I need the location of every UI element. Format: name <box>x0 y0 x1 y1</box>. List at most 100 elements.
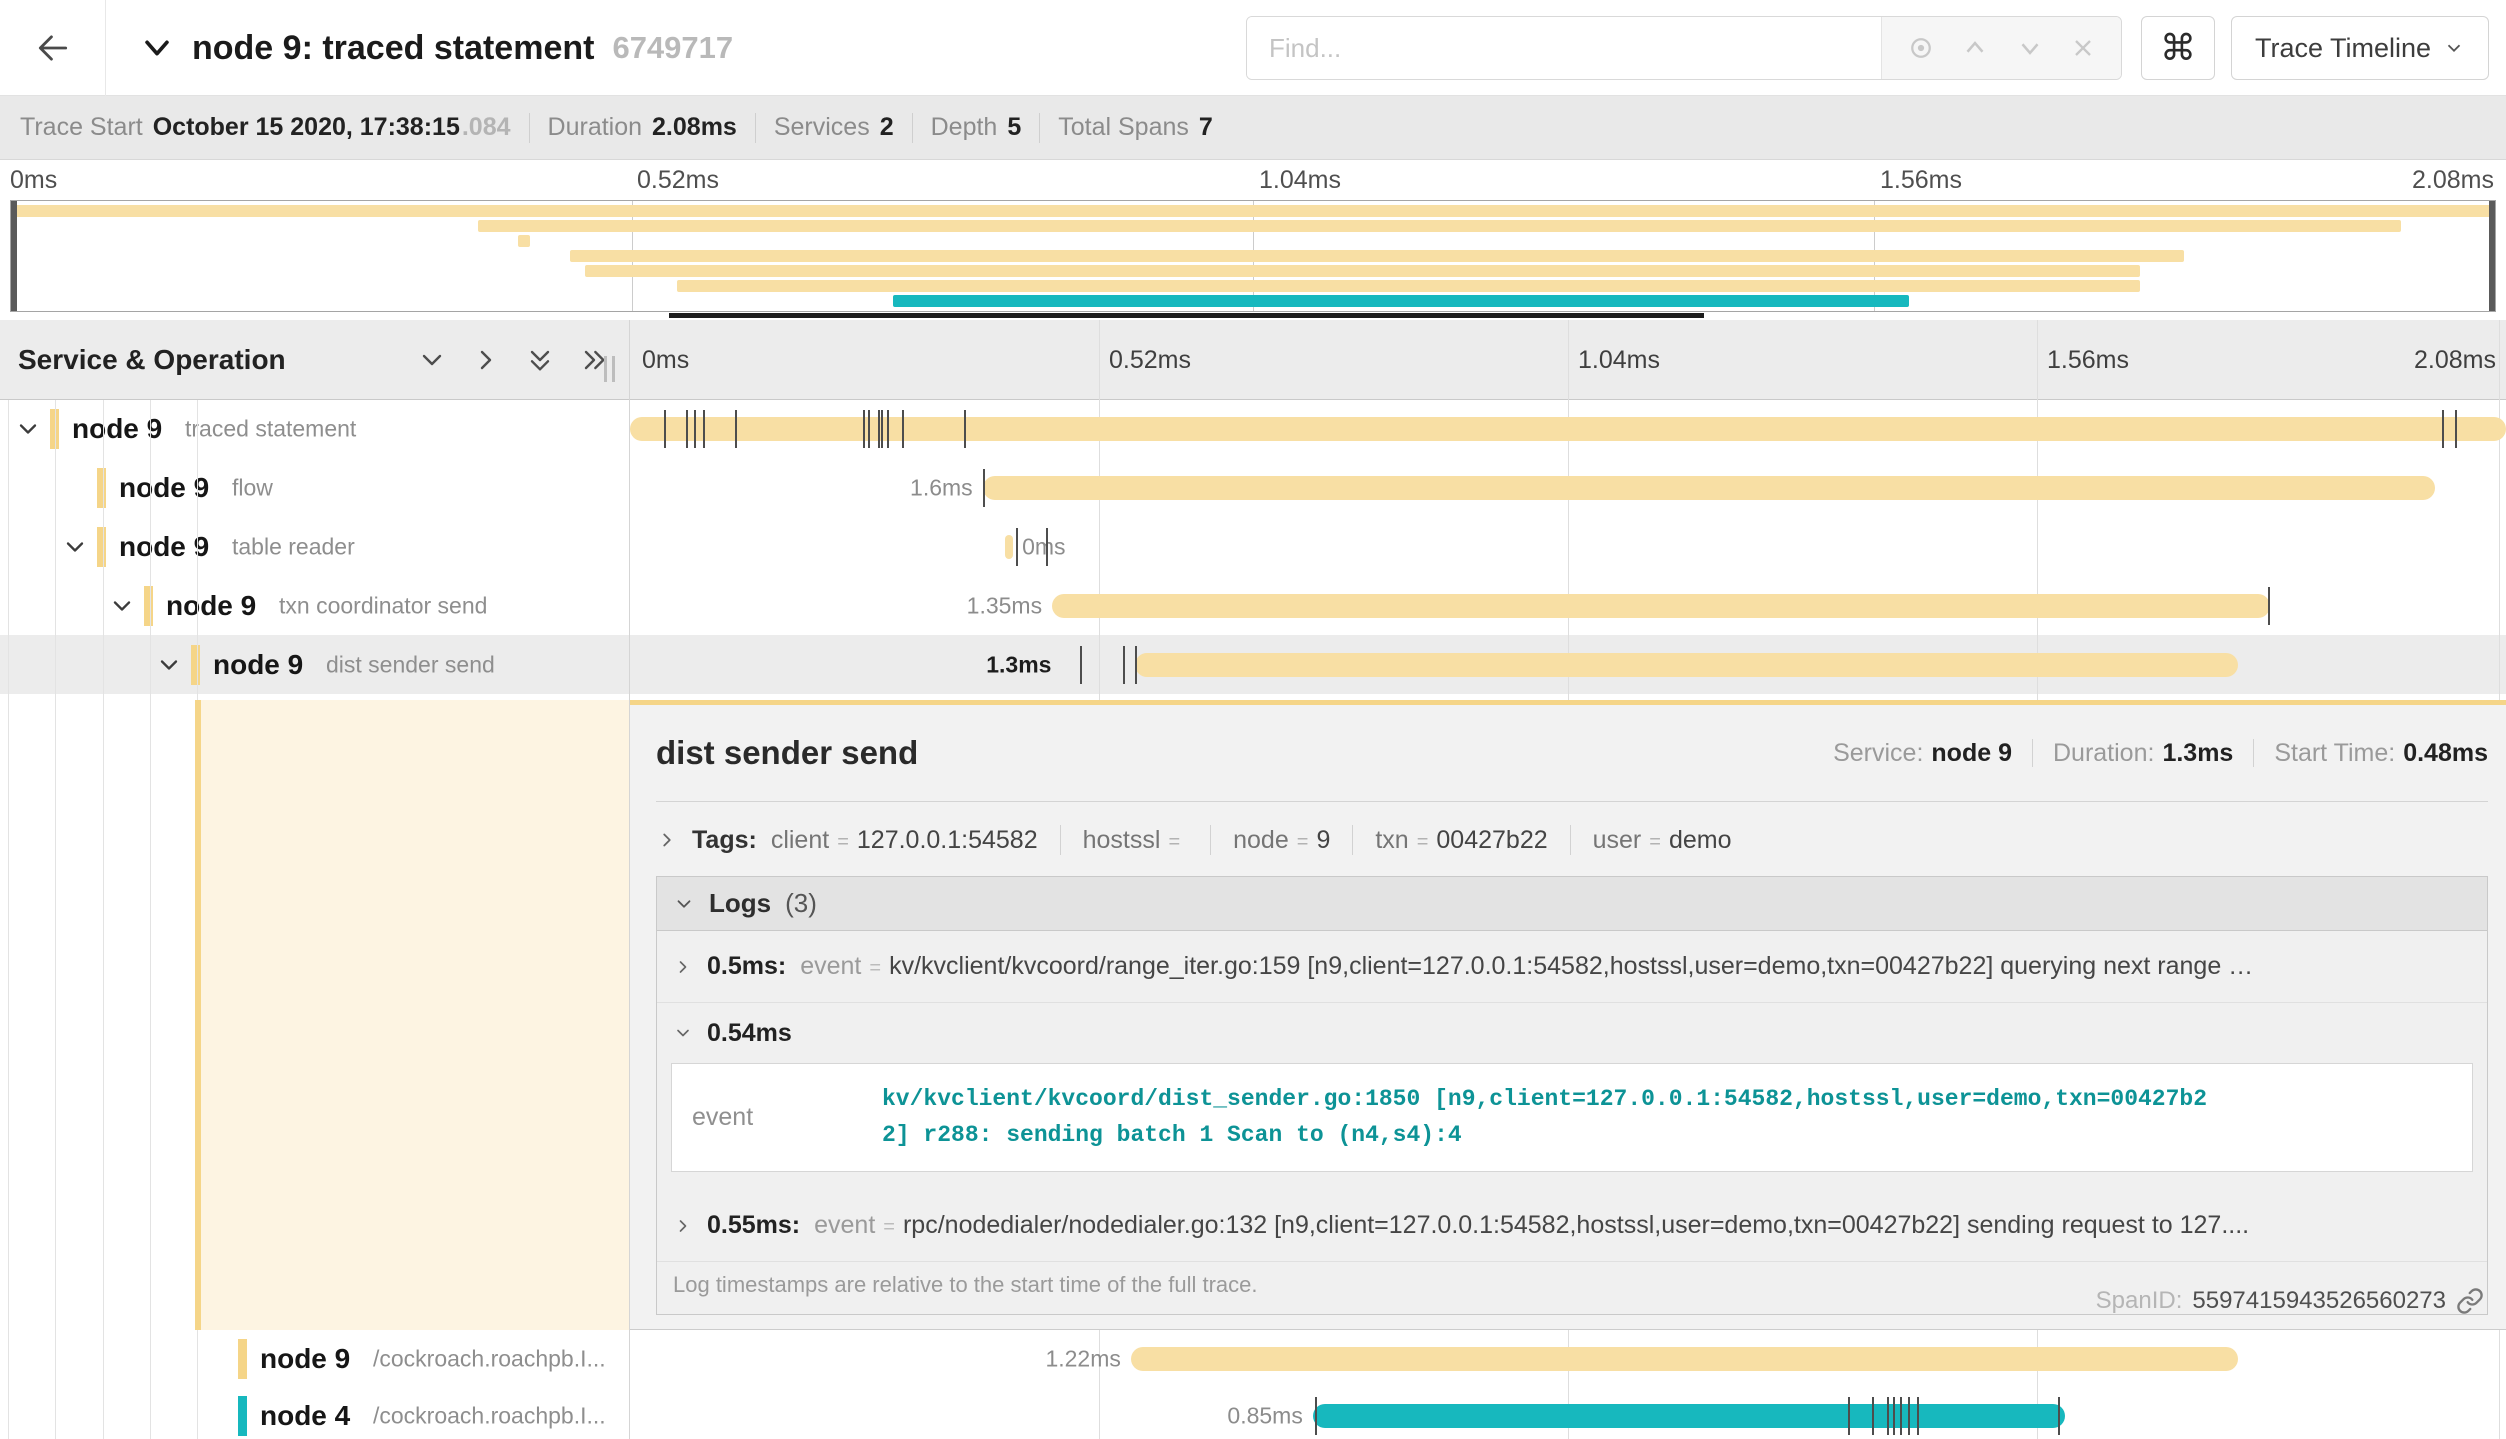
trace-depth: Depth5 <box>931 113 1022 142</box>
span-track[interactable] <box>630 400 2506 459</box>
span-detail-left-accent <box>195 700 630 1330</box>
span-duration-bar[interactable] <box>630 417 2506 441</box>
span-service: node 9 <box>166 590 256 622</box>
span-row-flow[interactable]: node 9 flow 1.6ms <box>0 459 2506 518</box>
chevron-down-icon <box>673 893 695 915</box>
minimap-tick-1: 0.52ms <box>637 166 719 195</box>
span-row-node9-batch[interactable]: node 9 /cockroach.roachpb.I... 1.22ms <box>0 1330 2506 1387</box>
span-row-node4-batch[interactable]: node 4 /cockroach.roachpb.I... 0.85ms <box>0 1387 2506 1439</box>
span-duration-label: 0.85ms <box>1227 1402 1312 1429</box>
span-service: node 4 <box>260 1400 350 1432</box>
column-divider[interactable] <box>629 320 630 1439</box>
span-track[interactable]: 1.35ms <box>630 576 2506 635</box>
minimap-tick-0: 0ms <box>10 166 57 195</box>
span-color-bar <box>191 645 200 685</box>
span-row-table-reader[interactable]: node 9 table reader 0ms <box>0 518 2506 577</box>
span-duration-label: 1.35ms <box>967 592 1052 619</box>
minimap-span-bar <box>11 205 2495 217</box>
find-clear-icon[interactable] <box>2069 34 2097 62</box>
minimap-scrub-bar[interactable] <box>669 313 1704 318</box>
log-entry-2[interactable]: 0.54ms <box>657 1003 2487 1063</box>
span-detail-row: dist sender send Service:node 9 Duration… <box>0 700 2506 1330</box>
chevron-down-icon[interactable] <box>14 415 42 443</box>
locate-icon[interactable] <box>1906 33 1936 63</box>
chevron-right-icon <box>656 829 678 851</box>
trace-total-spans: Total Spans7 <box>1058 113 1213 142</box>
minimap-span-bar <box>478 220 2401 232</box>
find-prev-icon[interactable] <box>1960 33 1990 63</box>
span-duration-bar[interactable] <box>1131 1347 2238 1371</box>
span-track[interactable]: 1.3ms <box>630 635 2506 694</box>
collapse-all-icon[interactable] <box>524 344 556 376</box>
span-operation: /cockroach.roachpb.I... <box>373 1402 606 1429</box>
trace-services: Services2 <box>774 113 894 142</box>
span-row-traced-statement[interactable]: node 9 traced statement <box>0 400 2506 459</box>
minimap-canvas[interactable] <box>10 200 2496 312</box>
span-duration-bar[interactable] <box>1005 535 1013 559</box>
minimap-tick-4: 2.08ms <box>2412 166 2494 195</box>
chevron-right-icon <box>673 1216 693 1236</box>
link-icon[interactable] <box>2456 1287 2484 1315</box>
span-track[interactable]: 1.6ms <box>630 459 2506 518</box>
expand-one-icon[interactable] <box>470 344 502 376</box>
trace-start: Trace Start October 15 2020, 17:38:15.08… <box>20 113 511 142</box>
span-duration-bar[interactable] <box>1052 594 2270 618</box>
span-service: node 9 <box>213 649 303 681</box>
span-service: node 9 <box>119 531 209 563</box>
span-duration-label: 0ms <box>1022 533 1065 560</box>
span-operation: dist sender send <box>326 651 495 678</box>
back-button[interactable] <box>0 0 106 96</box>
span-color-bar <box>144 586 153 626</box>
span-rows: node 9 traced statement node 9 flow 1.6m… <box>0 400 2506 694</box>
view-dropdown-label: Trace Timeline <box>2255 33 2431 64</box>
log-entry-1[interactable]: 0.5ms: event=kv/kvclient/kvcoord/range_i… <box>657 931 2487 1003</box>
tags-row[interactable]: Tags: client=127.0.0.1:54582 hostssl= no… <box>656 816 2488 864</box>
span-row-txn-coordinator-send[interactable]: node 9 txn coordinator send 1.35ms <box>0 576 2506 635</box>
collapse-one-icon[interactable] <box>416 344 448 376</box>
minimap-right-handle[interactable] <box>2489 201 2495 311</box>
minimap-left-handle[interactable] <box>11 201 17 311</box>
view-dropdown-button[interactable]: Trace Timeline <box>2231 16 2489 80</box>
column-resize-grip[interactable] <box>604 356 615 382</box>
find-next-icon[interactable] <box>2015 33 2045 63</box>
span-service: node 9 <box>72 413 162 445</box>
minimap-span-bar <box>585 265 2140 277</box>
axis-tick-4: 2.08ms <box>2414 346 2496 375</box>
tag: hostssl= <box>1083 826 1189 855</box>
spanid-row: SpanID: 5597415943526560273 <box>2096 1287 2484 1315</box>
chevron-down-icon[interactable] <box>61 533 89 561</box>
span-service: node 9 <box>119 472 209 504</box>
span-duration-bar[interactable] <box>983 476 2435 500</box>
axis-tick-0: 0ms <box>642 346 689 375</box>
minimap-span-bar <box>893 295 1909 307</box>
span-operation: traced statement <box>185 416 356 443</box>
find-tools <box>1881 17 2121 79</box>
chevron-down-icon[interactable] <box>108 592 136 620</box>
find-input[interactable] <box>1247 17 1881 79</box>
log-entry-3[interactable]: 0.55ms: event=rpc/nodedialer/nodedialer.… <box>657 1190 2487 1262</box>
chevron-down-icon[interactable] <box>155 651 183 679</box>
find-box <box>1246 16 2122 80</box>
minimap-span-bar <box>570 250 2185 262</box>
detail-operation-title: dist sender send <box>656 734 918 772</box>
minimap-tick-2: 1.04ms <box>1259 166 1341 195</box>
span-duration-bar[interactable] <box>1135 653 2238 677</box>
span-track[interactable]: 0ms <box>630 518 2506 577</box>
timeline-header-row: Service & Operation 0ms 0.52ms 1.04ms 1.… <box>0 320 2506 400</box>
axis-tick-2: 1.04ms <box>1578 346 1660 375</box>
axis-tick-3: 1.56ms <box>2047 346 2129 375</box>
span-color-bar <box>97 527 106 567</box>
span-row-dist-sender-send[interactable]: node 9 dist sender send 1.3ms <box>0 635 2506 694</box>
span-duration-bar[interactable] <box>1313 1404 2065 1428</box>
span-track[interactable]: 0.85ms <box>630 1387 2506 1439</box>
span-operation: flow <box>232 475 273 502</box>
collapse-trace-chevron-icon[interactable] <box>140 31 174 65</box>
axis-tick-1: 0.52ms <box>1109 346 1191 375</box>
keyboard-shortcuts-button[interactable]: ⌘ <box>2141 16 2215 80</box>
logs-header[interactable]: Logs (3) <box>657 877 2487 931</box>
chevron-down-icon <box>673 1023 693 1043</box>
span-operation: table reader <box>232 533 355 560</box>
app-header: node 9: traced statement 6749717 ⌘ Trace… <box>0 0 2506 96</box>
span-track[interactable]: 1.22ms <box>630 1330 2506 1387</box>
trace-minimap[interactable]: 0ms 0.52ms 1.04ms 1.56ms 2.08ms <box>0 160 2506 320</box>
